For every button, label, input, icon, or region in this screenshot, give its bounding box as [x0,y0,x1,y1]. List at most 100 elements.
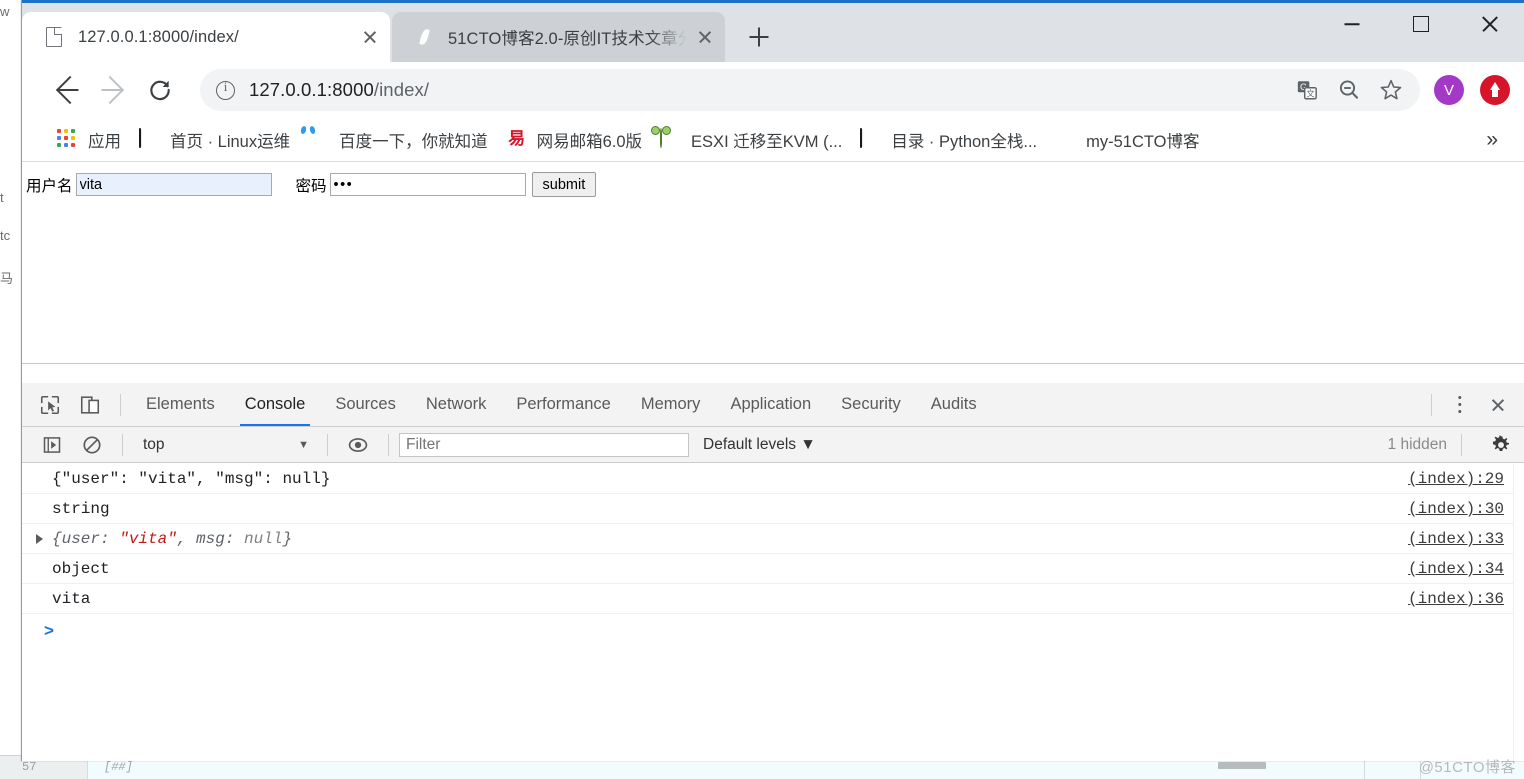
bookmark-baidu[interactable]: 百度一下，你就知道 [299,124,497,156]
devtools-tab-bar: Elements Console Sources Network Perform… [22,383,1524,427]
51cto-icon [1055,129,1077,151]
browser-toolbar: 127.0.0.1:8000/index/ G 文 [22,62,1524,118]
console-log-row[interactable]: string (index):30 [22,494,1524,524]
profile-avatar[interactable]: V [1434,75,1464,105]
console-scrollbar[interactable] [1513,464,1524,761]
devtools-tab-audits[interactable]: Audits [916,383,992,426]
inspect-element-icon[interactable] [30,385,70,425]
submit-button[interactable]: submit [531,172,597,197]
tab-title: 51CTO博客2.0-原创IT技术文章分 [448,30,687,48]
console-source-link[interactable]: (index):34 [1408,554,1504,584]
svg-text:文: 文 [1306,88,1314,98]
zoom-out-icon[interactable] [1328,69,1370,111]
devtools-tab-elements[interactable]: Elements [131,383,230,426]
devtools-tab-network[interactable]: Network [411,383,502,426]
address-bar[interactable]: 127.0.0.1:8000/index/ G 文 [200,69,1420,111]
log-levels-dropdown[interactable]: Default levels ▼ [703,436,816,454]
baidu-icon [308,129,330,151]
bg-code-text: [##] [104,760,133,774]
translate-icon[interactable]: G 文 [1286,69,1328,111]
devtools-tab-security[interactable]: Security [826,383,916,426]
execute-snippet-icon[interactable] [32,425,72,465]
bookmark-label: 首页 · Linux运维 [170,132,291,151]
console-prompt[interactable]: > [22,614,1524,648]
object-preview-part: "vita" [119,529,177,548]
url-host: 127.0.0.1:8000 [249,79,374,100]
book-icon [139,127,161,151]
console-message: string [52,499,110,518]
extension-badge-icon[interactable] [1480,75,1510,105]
bookmarks-overflow-button[interactable]: » [1470,129,1514,150]
bookmarks-bar: 应用 首页 · Linux运维 百度一下，你就知道 易 网易邮箱6.0版 ESX… [22,118,1524,162]
reload-button[interactable] [138,68,182,112]
bookmark-my-51cto[interactable]: my-51CTO博客 [1046,124,1208,156]
object-preview-part: } [282,529,293,548]
close-devtools-icon[interactable] [1478,385,1518,425]
document-icon [44,27,64,47]
devtools-tab-console[interactable]: Console [230,383,321,426]
console-source-link[interactable]: (index):30 [1408,494,1504,524]
bg-scroll-nub [1218,762,1266,769]
devtools-tab-application[interactable]: Application [715,383,826,426]
devtools-panel: Elements Console Sources Network Perform… [22,383,1524,761]
bookmark-label: 百度一下，你就知道 [339,132,488,151]
console-log-row[interactable]: {"user": "vita", "msg": null} (index):29 [22,464,1524,494]
bookmark-star-icon[interactable] [1370,69,1412,111]
bookmark-esxi-kvm[interactable]: ESXI 迁移至KVM (... [651,124,851,156]
info-circle-icon[interactable] [216,79,235,100]
divider [1431,393,1432,416]
browser-tab-active[interactable]: 127.0.0.1:8000/index/ [22,12,390,62]
execution-context-value: top [143,435,165,453]
console-source-link[interactable]: (index):29 [1408,464,1504,494]
console-log-row[interactable]: vita (index):36 [22,584,1524,614]
execution-context-select[interactable]: top ▼ [133,432,317,458]
gear-icon[interactable] [1484,428,1518,462]
new-tab-button[interactable] [739,17,779,57]
bookmark-label: 应用 [88,132,121,151]
divider [388,433,389,456]
clear-console-icon[interactable] [72,425,112,465]
devtools-tab-sources[interactable]: Sources [320,383,411,426]
bookmark-linux-home[interactable]: 首页 · Linux运维 [130,124,299,156]
bg-text-fragment: w [0,4,10,19]
kebab-menu-icon[interactable] [1442,387,1478,423]
log-levels-label: Default levels [703,435,797,453]
device-toolbar-icon[interactable] [70,385,110,425]
close-window-button[interactable] [1455,0,1524,48]
bg-text-fragment: 马 [0,271,14,286]
close-icon[interactable] [691,23,719,51]
tab-strip: 127.0.0.1:8000/index/ 51CTO博客2.0-原创IT技术文… [22,3,1304,62]
chevron-down-icon: ▼ [800,435,816,453]
divider [120,393,121,416]
console-log-row[interactable]: object (index):34 [22,554,1524,584]
bookmark-python-toc[interactable]: 目录 · Python全栈... [851,124,1046,156]
console-source-link[interactable]: (index):33 [1408,524,1504,554]
url-text: 127.0.0.1:8000/index/ [249,79,1286,101]
console-source-link[interactable]: (index):36 [1408,584,1504,614]
devtools-tab-performance[interactable]: Performance [501,383,625,426]
login-form: 用户名 密码 submit [22,162,1524,197]
bookmark-apps[interactable]: 应用 [48,124,130,156]
back-button[interactable] [46,68,90,112]
password-label: 密码 [295,177,327,195]
username-input[interactable] [75,173,272,196]
minimize-window-button[interactable] [1317,0,1386,48]
expand-triangle-icon[interactable] [36,533,43,544]
bookmark-netease-mail[interactable]: 易 网易邮箱6.0版 [497,124,651,156]
divider [327,433,328,456]
console-log-row-object[interactable]: {user: "vita", msg: null} (index):33 [22,524,1524,554]
close-icon[interactable] [356,23,384,51]
title-bar: 127.0.0.1:8000/index/ 51CTO博客2.0-原创IT技术文… [22,0,1524,62]
url-path: /index/ [373,79,430,100]
browser-tab-51cto[interactable]: 51CTO博客2.0-原创IT技术文章分 [392,12,725,62]
prompt-chevron-icon: > [44,621,54,640]
devtools-tab-memory[interactable]: Memory [626,383,716,426]
live-expression-icon[interactable] [338,425,378,465]
bookmark-label: 目录 · Python全栈... [891,132,1038,151]
maximize-window-button[interactable] [1386,0,1455,48]
filter-input[interactable] [399,432,689,457]
password-input[interactable] [329,173,526,196]
apps-grid-icon [57,128,79,151]
console-message: vita [52,589,91,608]
divider [1461,433,1462,456]
